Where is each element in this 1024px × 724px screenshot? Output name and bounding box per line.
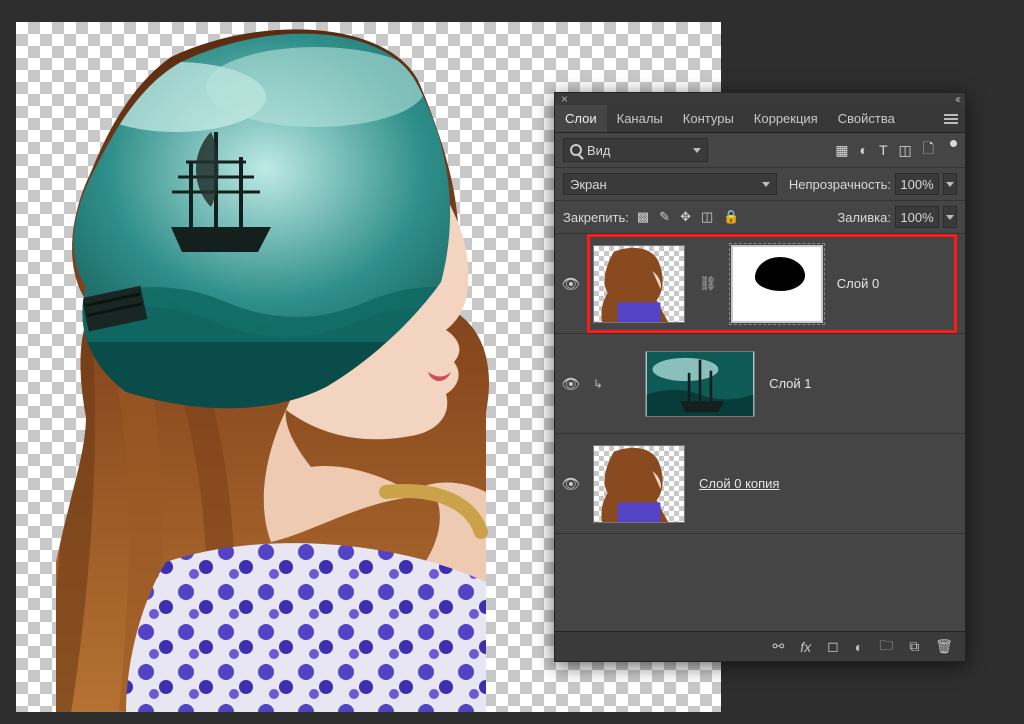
- chevron-down-icon: [762, 182, 770, 187]
- fill-label: Заливка:: [837, 210, 891, 225]
- lock-label: Закрепить:: [563, 210, 629, 225]
- blend-mode-value: Экран: [570, 177, 607, 192]
- filter-kind-label: Вид: [587, 143, 611, 158]
- visibility-toggle[interactable]: 👁: [555, 375, 587, 393]
- collapse-icon[interactable]: ‹‹: [955, 92, 959, 106]
- opacity-label: Непрозрачность:: [789, 177, 891, 192]
- panel-menu-icon[interactable]: [937, 105, 965, 132]
- add-mask-icon[interactable]: ◻: [827, 638, 839, 655]
- layer-name[interactable]: Слой 0 копия: [699, 476, 779, 491]
- link-layers-icon[interactable]: ⚯: [773, 638, 785, 655]
- delete-layer-icon[interactable]: 🗑: [935, 638, 953, 655]
- lock-pixels-icon[interactable]: ✎: [659, 209, 670, 225]
- layer-thumbnail[interactable]: [645, 351, 755, 417]
- filter-pixel-icon[interactable]: ▦: [835, 142, 848, 159]
- layer-row[interactable]: 👁 ⛓ Слой 0: [555, 234, 965, 334]
- tab-properties[interactable]: Свойства: [828, 105, 905, 132]
- close-icon[interactable]: ×: [561, 92, 568, 106]
- chevron-down-icon: [693, 148, 701, 153]
- clipping-indicator-icon: ↳: [593, 377, 603, 391]
- fill-stepper[interactable]: [943, 206, 957, 228]
- blend-row: Экран Непрозрачность: 100%: [555, 168, 965, 201]
- opacity-stepper[interactable]: [943, 173, 957, 195]
- layer-thumbnail[interactable]: [593, 445, 685, 523]
- blend-mode-dropdown[interactable]: Экран: [563, 173, 777, 195]
- new-group-icon[interactable]: 🗀: [879, 635, 893, 659]
- lock-artboard-icon[interactable]: ◫: [701, 209, 713, 225]
- layer-name[interactable]: Слой 1: [769, 376, 811, 391]
- filter-toggle[interactable]: [950, 140, 957, 147]
- lock-transparency-icon[interactable]: ▩: [637, 209, 649, 225]
- lock-position-icon[interactable]: ✥: [680, 209, 691, 225]
- layer-filter-kind[interactable]: Вид: [563, 138, 708, 162]
- layer-name[interactable]: Слой 0: [837, 276, 879, 291]
- filter-iconbar: ▦ ◐ T ◫ 🗋: [835, 138, 934, 162]
- visibility-toggle[interactable]: 👁: [555, 275, 587, 293]
- layers-panel: × ‹‹ Слои Каналы Контуры Коррекция Свойс…: [554, 92, 966, 662]
- app-background: × ‹‹ Слои Каналы Контуры Коррекция Свойс…: [0, 0, 1024, 724]
- visibility-toggle[interactable]: 👁: [555, 475, 587, 493]
- panel-tabs: Слои Каналы Контуры Коррекция Свойства: [555, 105, 965, 133]
- tab-adjustments[interactable]: Коррекция: [744, 105, 828, 132]
- layer-filter-row: Вид ▦ ◐ T ◫ 🗋: [555, 133, 965, 168]
- layer-thumbnail[interactable]: [593, 245, 685, 323]
- filter-adjust-icon[interactable]: ◐: [859, 142, 867, 158]
- layer-mask-thumbnail[interactable]: [731, 245, 823, 323]
- lock-all-icon[interactable]: 🔒: [723, 209, 739, 225]
- opacity-value[interactable]: 100%: [895, 173, 939, 195]
- panel-titlebar[interactable]: × ‹‹: [555, 93, 965, 105]
- fill-value[interactable]: 100%: [895, 206, 939, 228]
- search-icon: [570, 144, 582, 156]
- new-adjustment-icon[interactable]: ◐: [855, 639, 863, 655]
- layer-fx-icon[interactable]: fx: [800, 639, 811, 655]
- layer-row[interactable]: 👁 Слой 0 копия: [555, 434, 965, 534]
- layer-row[interactable]: 👁 ↳ Слой 1: [555, 334, 965, 434]
- panel-footer: ⚯ fx ◻ ◐ 🗀 ⧉ 🗑: [555, 631, 965, 661]
- tab-layers[interactable]: Слои: [555, 105, 607, 132]
- tab-paths[interactable]: Контуры: [673, 105, 744, 132]
- layers-list: 👁 ⛓ Слой 0 👁 ↳: [555, 234, 965, 596]
- filter-shape-icon[interactable]: ◫: [899, 142, 912, 159]
- new-layer-icon[interactable]: ⧉: [909, 638, 919, 655]
- link-mask-icon[interactable]: ⛓: [699, 275, 717, 292]
- filter-type-icon[interactable]: T: [879, 142, 888, 158]
- filter-smart-icon[interactable]: 🗋: [923, 138, 934, 162]
- lock-row: Закрепить: ▩ ✎ ✥ ◫ 🔒 Заливка: 100%: [555, 201, 965, 234]
- tab-channels[interactable]: Каналы: [607, 105, 673, 132]
